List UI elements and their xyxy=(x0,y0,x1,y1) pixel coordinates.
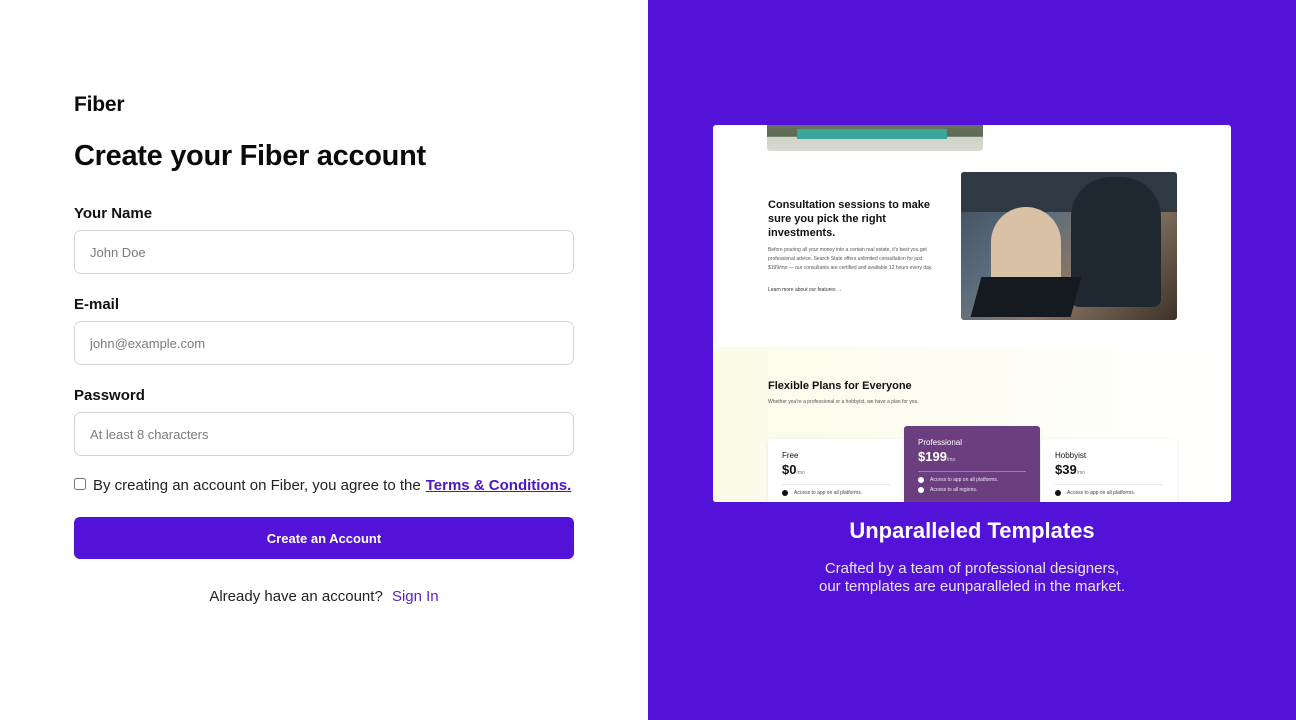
showcase-line-1: Crafted by a team of professional design… xyxy=(824,560,1120,577)
showcase-title: Unparalleled Templates xyxy=(849,518,1095,543)
check-icon xyxy=(918,477,924,483)
brand-logo: Fiber xyxy=(74,93,125,116)
terms-checkbox[interactable] xyxy=(74,477,86,490)
plan-card-hobbyist: Hobbyist $39/mo Access to app on all pla… xyxy=(1041,439,1177,502)
template-preview: Consultation sessions to make sure you p… xyxy=(713,125,1231,502)
consultation-photo xyxy=(961,172,1177,320)
plan-price: $39 xyxy=(1055,462,1077,477)
plan-feature: Access to app on all platforms. xyxy=(794,490,863,496)
signin-link[interactable]: Sign In xyxy=(392,588,439,605)
plan-feature: Access to all regions. xyxy=(930,487,978,493)
consult-title: Consultation sessions to make sure you p… xyxy=(768,199,930,239)
create-account-button[interactable]: Create an Account xyxy=(74,517,574,559)
showcase-line-2: our templates are eunparalleled in the m… xyxy=(818,578,1125,595)
check-icon xyxy=(782,490,788,496)
password-input[interactable] xyxy=(74,412,574,456)
plan-name: Free xyxy=(782,451,799,460)
plan-feature: Access to app on all platforms. xyxy=(1067,490,1136,496)
consult-link: Learn more about our features → xyxy=(768,287,842,293)
plans-subtitle: Whether you're a professional or a hobby… xyxy=(768,399,919,405)
plan-card-professional: Professional $199/mo Access to app on al… xyxy=(904,426,1040,502)
name-label: Your Name xyxy=(74,205,153,222)
plan-price: $0 xyxy=(782,462,797,477)
signin-prompt: Already have an account? xyxy=(209,588,383,605)
plan-name: Professional xyxy=(918,438,963,447)
page-title: Create your Fiber account xyxy=(74,140,426,172)
check-icon xyxy=(1055,490,1061,496)
plan-name: Hobbyist xyxy=(1055,451,1087,460)
terms-agreement: By creating an account on Fiber, you agr… xyxy=(74,477,571,494)
check-icon xyxy=(918,487,924,493)
consult-body: Before pouring all your money into a cer… xyxy=(768,247,933,271)
plan-feature: Access to app on all platforms. xyxy=(930,477,999,483)
email-label: E-mail xyxy=(74,296,120,313)
email-input[interactable] xyxy=(74,321,574,365)
pool-image xyxy=(767,125,983,151)
terms-link[interactable]: Terms & Conditions. xyxy=(426,477,572,494)
plan-card-free: Free $0/mo Access to app on all platform… xyxy=(768,439,904,502)
plan-period: /mo xyxy=(1076,470,1086,476)
password-label: Password xyxy=(74,387,145,404)
signin-row: Already have an account? Sign In xyxy=(74,588,574,605)
name-input[interactable] xyxy=(74,230,574,274)
plan-period: /mo xyxy=(946,457,956,463)
terms-text: By creating an account on Fiber, you agr… xyxy=(93,477,421,494)
showcase-description: Crafted by a team of professional design… xyxy=(648,560,1296,596)
plans-title: Flexible Plans for Everyone xyxy=(768,380,912,392)
plan-price: $199 xyxy=(918,449,947,464)
signup-panel: Fiber Create your Fiber account Your Nam… xyxy=(0,0,648,720)
plan-period: /mo xyxy=(796,470,805,476)
